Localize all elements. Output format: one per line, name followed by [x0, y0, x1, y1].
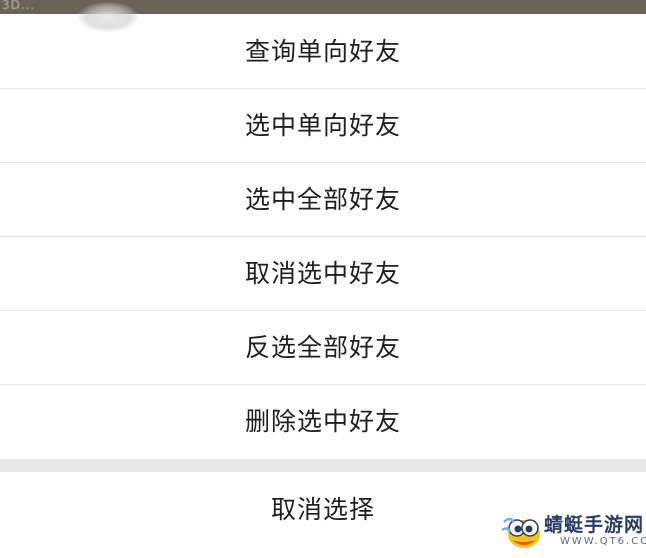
- select-all-friends-button[interactable]: 选中全部好友: [0, 163, 646, 237]
- site-watermark: 蜻蜓手游网 WWW.QT6.COM: [500, 506, 646, 554]
- dragonfly-logo-icon: [501, 517, 540, 548]
- action-sheet-separator: [0, 459, 646, 472]
- action-sheet-options: 查询单向好友 选中单向好友 选中全部好友 取消选中好友 反选全部好友 删除选中好…: [0, 14, 646, 459]
- deselect-friends-button[interactable]: 取消选中好友: [0, 237, 646, 311]
- watermark-url: WWW.QT6.COM: [560, 536, 646, 547]
- select-one-way-friends-button[interactable]: 选中单向好友: [0, 89, 646, 163]
- invert-selection-button[interactable]: 反选全部好友: [0, 311, 646, 385]
- delete-selected-friends-button[interactable]: 删除选中好友: [0, 385, 646, 459]
- action-sheet: 查询单向好友 选中单向好友 选中全部好友 取消选中好友 反选全部好友 删除选中好…: [0, 14, 646, 558]
- blurred-highlight: [78, 2, 138, 32]
- screen: 3D... 查询单向好友 选中单向好友 选中全部好友 取消选中好友 反选全部好友…: [0, 0, 646, 558]
- background-text: 3D...: [2, 0, 36, 12]
- watermark-title: 蜻蜓手游网: [544, 514, 645, 536]
